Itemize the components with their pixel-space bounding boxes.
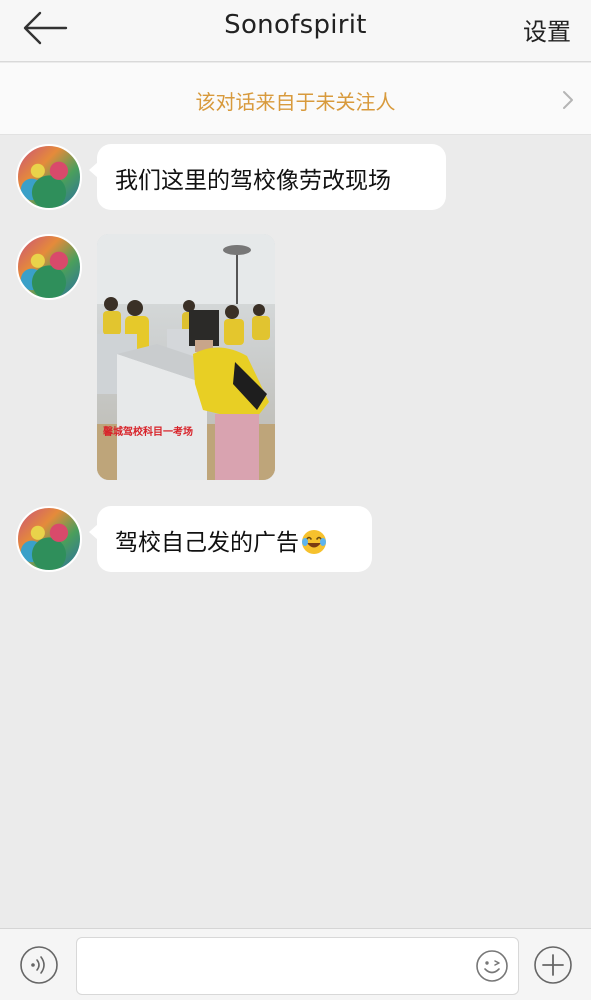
emoji-button[interactable] xyxy=(475,949,509,983)
input-bar xyxy=(0,928,591,1000)
page-title: Sonofspirit xyxy=(224,10,367,40)
settings-button[interactable]: 设置 xyxy=(523,12,571,47)
message-input[interactable] xyxy=(76,937,519,995)
photo-scene xyxy=(97,234,275,480)
navigation-bar: Sonofspirit 设置 xyxy=(0,0,591,62)
message-image[interactable]: 馨城驾校科目一考场 xyxy=(97,234,275,480)
message-bubble[interactable]: 驾校自己发的广告 xyxy=(89,506,372,572)
notice-text: 该对话来自于未关注人 xyxy=(195,90,396,114)
message-text: 驾校自己发的广告 xyxy=(115,530,299,556)
stranger-notice-bar[interactable]: 该对话来自于未关注人 xyxy=(0,63,591,135)
voice-icon xyxy=(20,946,58,984)
avatar[interactable] xyxy=(16,234,82,300)
avatar[interactable] xyxy=(16,144,82,210)
voice-button[interactable] xyxy=(19,945,59,985)
smiley-icon xyxy=(476,950,508,982)
chevron-right-icon xyxy=(563,91,573,109)
crying-laughing-emoji-icon xyxy=(302,530,326,554)
more-button[interactable] xyxy=(533,945,573,985)
plus-icon xyxy=(534,946,572,984)
photo-caption: 馨城驾校科目一考场 xyxy=(103,427,193,438)
message-content: 驾校自己发的广告 xyxy=(97,506,345,557)
avatar[interactable] xyxy=(16,506,82,572)
chat-screen: Sonofspirit 设置 该对话来自于未关注人 我们这里的驾校像劳改现场 馨… xyxy=(0,0,591,1000)
message-text: 我们这里的驾校像劳改现场 xyxy=(115,168,391,194)
message-bubble[interactable]: 我们这里的驾校像劳改现场 xyxy=(89,144,446,210)
